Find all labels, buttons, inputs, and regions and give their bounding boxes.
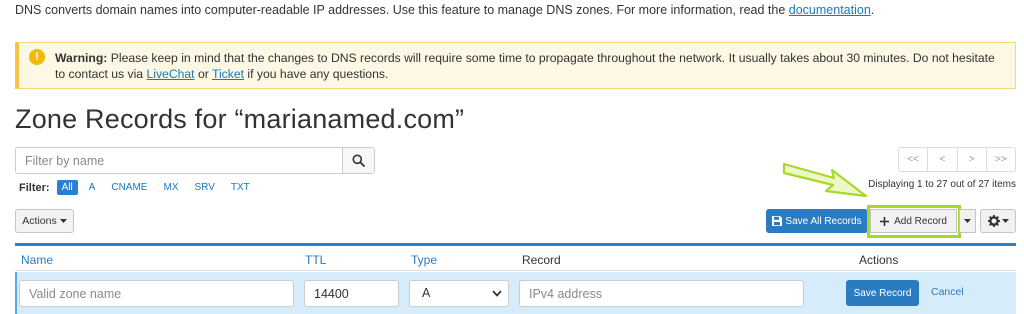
- filter-cname[interactable]: CNAME: [106, 180, 152, 195]
- filter-all[interactable]: All: [56, 180, 78, 195]
- header-type[interactable]: Type: [411, 253, 437, 267]
- warning-or: or: [194, 67, 212, 81]
- header-actions: Actions: [859, 253, 899, 267]
- type-select-value: A: [422, 286, 431, 300]
- annotation-arrow-icon: [782, 162, 868, 198]
- filter-mx[interactable]: MX: [158, 180, 183, 195]
- intro-text: DNS converts domain names into computer-…: [15, 3, 874, 17]
- documentation-link[interactable]: documentation: [789, 3, 871, 17]
- warning-end: if you have any questions.: [244, 67, 389, 81]
- search-icon: [352, 154, 365, 167]
- record-value-input[interactable]: [519, 280, 804, 307]
- header-ttl[interactable]: TTL: [305, 253, 326, 267]
- prev-page-button[interactable]: <: [928, 148, 958, 171]
- filter-srv[interactable]: SRV: [189, 180, 219, 195]
- actions-label: Actions: [22, 215, 57, 227]
- warning-banner: ! Warning: Please keep in mind that the …: [15, 42, 1016, 89]
- type-select[interactable]: A: [409, 280, 509, 307]
- gear-icon: [987, 215, 1000, 227]
- actions-dropdown[interactable]: Actions: [15, 209, 74, 233]
- ticket-link[interactable]: Ticket: [212, 67, 244, 81]
- filter-label: Filter:: [19, 181, 50, 194]
- next-page-button[interactable]: >: [958, 148, 987, 171]
- caret-down-icon: [59, 219, 67, 223]
- search-button[interactable]: [342, 148, 374, 173]
- filter-txt[interactable]: TXT: [226, 180, 255, 195]
- filter-bar: Filter: All A CNAME MX SRV TXT: [19, 180, 261, 195]
- warning-text: Warning: Please keep in mind that the ch…: [55, 50, 1005, 82]
- filter-a[interactable]: A: [84, 180, 101, 195]
- livechat-link[interactable]: LiveChat: [146, 67, 194, 81]
- item-count: Displaying 1 to 27 out of 27 items: [868, 179, 1016, 190]
- save-record-button[interactable]: Save Record: [846, 280, 919, 306]
- chevron-down-icon: [492, 281, 502, 314]
- cancel-link[interactable]: Cancel: [931, 286, 964, 298]
- search-box: [15, 147, 375, 174]
- search-input[interactable]: [16, 148, 344, 173]
- caret-down-icon: [1001, 219, 1009, 223]
- new-record-row: A Save Record Cancel: [15, 272, 1016, 314]
- save-all-label: Save All Records: [785, 215, 862, 227]
- add-record-highlight: [867, 205, 961, 238]
- warning-label: Warning:: [55, 51, 108, 65]
- records-table-header: Name TTL Type Record Actions: [15, 243, 1016, 271]
- intro-end: .: [870, 3, 875, 17]
- settings-dropdown[interactable]: [980, 209, 1016, 233]
- first-page-button[interactable]: <<: [899, 148, 929, 171]
- header-name[interactable]: Name: [21, 253, 53, 267]
- exclamation-icon: !: [29, 49, 45, 65]
- save-all-records-button[interactable]: Save All Records: [766, 209, 868, 233]
- intro-body: DNS converts domain names into computer-…: [15, 3, 789, 17]
- pagination: << < > >>: [898, 147, 1016, 172]
- ttl-input[interactable]: [304, 280, 399, 307]
- caret-down-icon: [964, 219, 971, 223]
- add-record-dropdown-toggle[interactable]: [959, 209, 976, 233]
- floppy-disk-icon: [772, 216, 783, 226]
- last-page-button[interactable]: >>: [987, 148, 1015, 171]
- zone-name-input[interactable]: [19, 280, 294, 307]
- header-record: Record: [522, 253, 561, 267]
- page-title: Zone Records for “marianamed.com”: [15, 104, 465, 134]
